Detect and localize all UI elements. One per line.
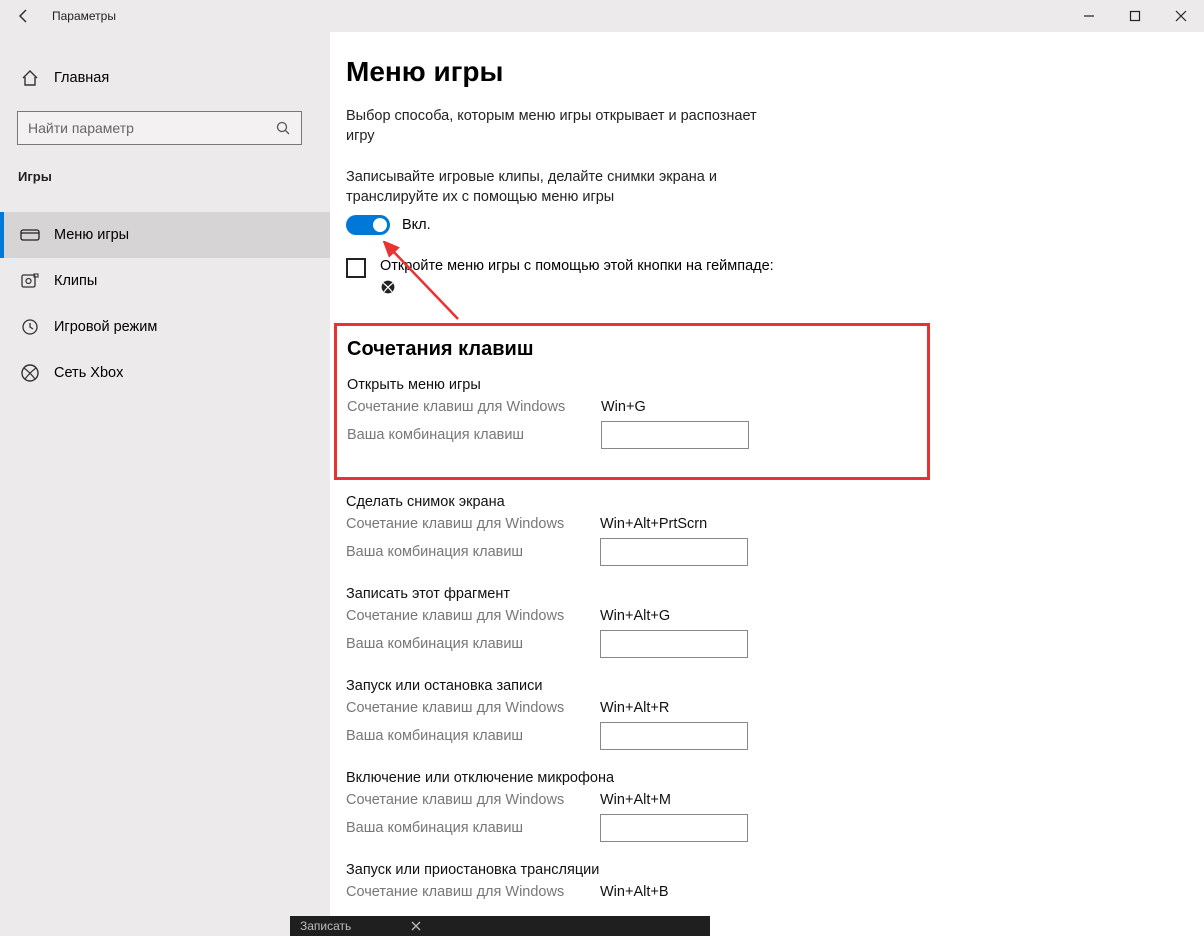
shortcut-custom-label: Ваша комбинация клавиш [346, 544, 600, 560]
gamebar-toggle[interactable] [346, 215, 390, 235]
shortcut-custom-label: Ваша комбинация клавиш [346, 728, 600, 744]
shortcut-custom-input[interactable] [600, 630, 748, 658]
sidebar-item-label: Сеть Xbox [54, 365, 123, 381]
home-icon [20, 68, 40, 88]
gamebar-toggle-row: Вкл. [346, 215, 916, 235]
back-button[interactable] [0, 0, 48, 32]
shortcuts-highlight-box: Сочетания клавиш Открыть меню игры Сочет… [334, 323, 930, 480]
intro-text: Выбор способа, которым меню игры открыва… [346, 106, 786, 147]
gamepad-open-label: Откройте меню игры с помощью этой кнопки… [380, 257, 774, 301]
shortcut-custom-label: Ваша комбинация клавиш [347, 427, 601, 443]
shortcut-windows-value: Win+Alt+R [600, 700, 669, 716]
gamepad-open-checkbox[interactable] [346, 258, 366, 278]
sidebar-item-clips[interactable]: Клипы [0, 258, 330, 304]
shortcut-group-record-that: Записать этот фрагмент Сочетание клавиш … [346, 586, 916, 658]
shortcut-windows-label: Сочетание клавиш для Windows [346, 608, 600, 624]
sidebar: Главная Найти параметр Игры Меню игры Кл… [0, 32, 330, 936]
toggle-knob [373, 218, 387, 232]
sidebar-item-xbox-network[interactable]: Сеть Xbox [0, 350, 330, 396]
shortcut-group-open-gamebar: Открыть меню игры Сочетание клавиш для W… [347, 377, 913, 449]
shortcut-windows-value: Win+G [601, 399, 646, 415]
shortcut-custom-input[interactable] [600, 814, 748, 842]
taskbar-close-icon[interactable] [411, 921, 421, 931]
sidebar-item-game-bar[interactable]: Меню игры [0, 212, 330, 258]
shortcut-windows-label: Сочетание клавиш для Windows [346, 884, 600, 900]
shortcut-custom-input[interactable] [600, 538, 748, 566]
shortcut-windows-value: Win+Alt+B [600, 884, 669, 900]
search-icon [275, 120, 291, 136]
taskbar-fragment: Записать [290, 916, 710, 936]
xbox-icon [20, 363, 40, 383]
sidebar-home[interactable]: Главная [0, 55, 330, 101]
shortcut-group-title: Запуск или остановка записи [346, 678, 916, 694]
search-input[interactable]: Найти параметр [17, 111, 302, 145]
toggle-state-label: Вкл. [402, 217, 431, 233]
shortcut-custom-input[interactable] [600, 722, 748, 750]
shortcut-windows-label: Сочетание клавиш для Windows [346, 516, 600, 532]
shortcut-windows-value: Win+Alt+G [600, 608, 670, 624]
sidebar-item-label: Клипы [54, 273, 97, 289]
xbox-gamepad-icon [380, 279, 396, 295]
shortcut-group-title: Запуск или приостановка трансляции [346, 862, 916, 878]
gamepad-open-row: Откройте меню игры с помощью этой кнопки… [346, 257, 916, 301]
close-button[interactable] [1158, 0, 1204, 32]
gamebar-icon [20, 225, 40, 245]
shortcuts-heading: Сочетания клавиш [347, 338, 913, 361]
shortcut-custom-label: Ваша комбинация клавиш [346, 820, 600, 836]
shortcut-windows-label: Сочетание клавиш для Windows [346, 700, 600, 716]
clips-icon [20, 271, 40, 291]
shortcut-group-screenshot: Сделать снимок экрана Сочетание клавиш д… [346, 494, 916, 566]
shortcut-windows-label: Сочетание клавиш для Windows [347, 399, 601, 415]
content-pane: Меню игры Выбор способа, которым меню иг… [330, 32, 1204, 936]
sidebar-item-label: Игровой режим [54, 319, 157, 335]
sidebar-home-label: Главная [54, 70, 109, 86]
search-placeholder: Найти параметр [28, 120, 275, 136]
shortcut-group-title: Записать этот фрагмент [346, 586, 916, 602]
shortcut-windows-label: Сочетание клавиш для Windows [346, 792, 600, 808]
maximize-button[interactable] [1112, 0, 1158, 32]
sidebar-category: Игры [0, 155, 330, 194]
shortcut-windows-value: Win+Alt+M [600, 792, 671, 808]
gamemode-icon [20, 317, 40, 337]
shortcut-group-broadcast: Запуск или приостановка трансляции Сочет… [346, 862, 916, 900]
shortcut-group-title: Открыть меню игры [347, 377, 913, 393]
toggle-description: Записывайте игровые клипы, делайте снимк… [346, 167, 776, 208]
shortcut-group-mic-toggle: Включение или отключение микрофона Сочет… [346, 770, 916, 842]
page-title: Меню игры [346, 56, 916, 88]
shortcut-group-title: Включение или отключение микрофона [346, 770, 916, 786]
sidebar-item-game-mode[interactable]: Игровой режим [0, 304, 330, 350]
window-title: Параметры [48, 9, 116, 23]
titlebar: Параметры [0, 0, 1204, 32]
sidebar-item-label: Меню игры [54, 227, 129, 243]
shortcut-group-start-stop-record: Запуск или остановка записи Сочетание кл… [346, 678, 916, 750]
shortcut-custom-label: Ваша комбинация клавиш [346, 636, 600, 652]
minimize-button[interactable] [1066, 0, 1112, 32]
shortcut-custom-input[interactable] [601, 421, 749, 449]
shortcut-group-title: Сделать снимок экрана [346, 494, 916, 510]
shortcut-windows-value: Win+Alt+PrtScrn [600, 516, 707, 532]
taskbar-record-label: Записать [300, 919, 351, 933]
window-controls [1066, 0, 1204, 32]
